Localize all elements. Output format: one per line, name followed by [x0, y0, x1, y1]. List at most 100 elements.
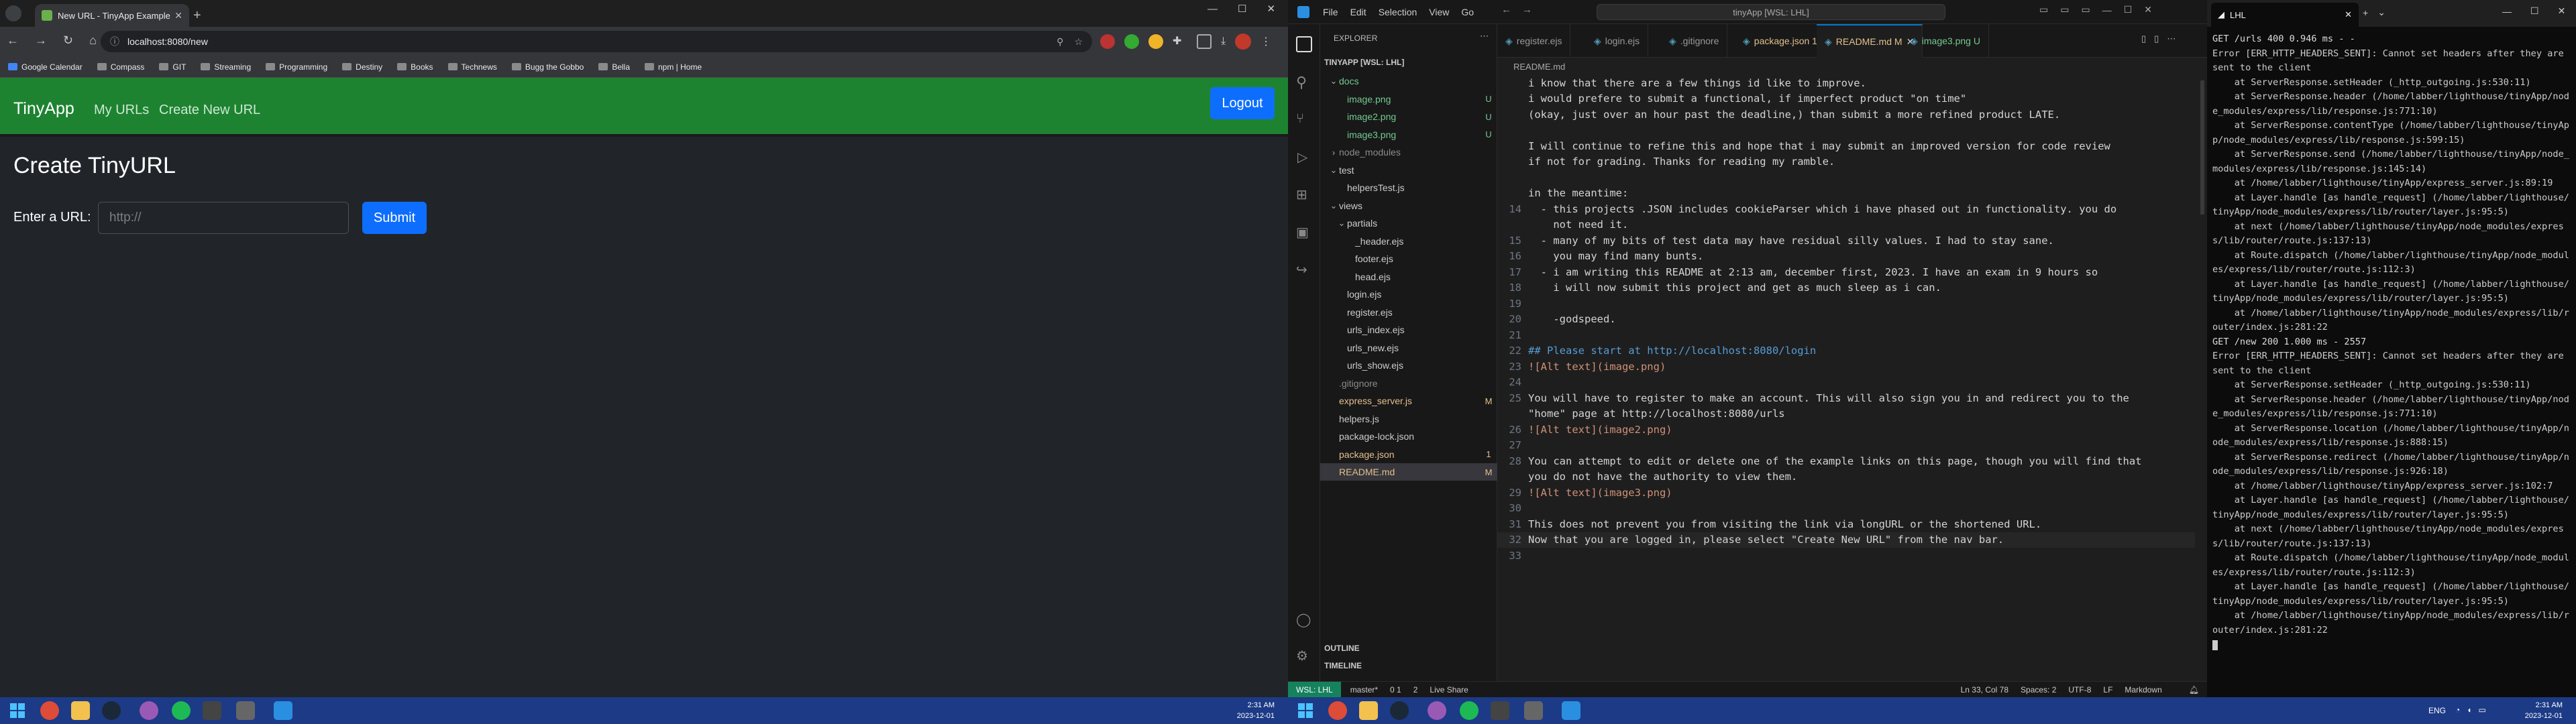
browser-tab[interactable]: New URL - TinyApp Example ✕	[35, 4, 189, 27]
account-icon[interactable]: ◯	[1296, 611, 1311, 628]
tree-item[interactable]: urls_show.ejs	[1320, 357, 1497, 374]
reload-icon[interactable]: ↻	[63, 34, 73, 48]
editor-tab[interactable]: ◈ login.ejs	[1586, 24, 1649, 58]
layout-toggle-icon[interactable]: ▭	[2081, 4, 2090, 15]
terminal-taskbar-icon[interactable]	[203, 701, 221, 720]
editor-scrollbar[interactable]	[2200, 80, 2204, 215]
remote-explorer-icon[interactable]: ▣	[1296, 224, 1309, 241]
download-icon[interactable]: ⤓	[1221, 36, 1226, 48]
start-icon[interactable]	[8, 701, 27, 720]
address-bar[interactable]: ⓘ localhost:8080/new ⚲ ☆	[101, 31, 1092, 52]
language-indicator[interactable]: ENG	[2428, 705, 2446, 716]
site-brand[interactable]: TinyApp	[13, 99, 74, 119]
tree-item[interactable]: express_server.js M	[1320, 392, 1497, 410]
split-editor-icon[interactable]: ▯	[2154, 34, 2159, 44]
menu-item[interactable]: Selection	[1379, 7, 1417, 17]
minimize-icon[interactable]: —	[2502, 6, 2512, 17]
terminal-output[interactable]: GET /urls 400 0.946 ms - - Error [ERR_HTT…	[2212, 32, 2573, 696]
volume-icon[interactable]: ◖	[2467, 705, 2471, 715]
tree-item[interactable]: helpers.js	[1320, 410, 1497, 428]
logout-button[interactable]: Logout	[1210, 87, 1275, 119]
extension-icon[interactable]	[1124, 34, 1139, 49]
clock-right[interactable]: 2:31 AM 2023-12-01	[2509, 700, 2563, 721]
ports-indicator[interactable]: 2	[1413, 685, 1418, 695]
chrome-taskbar-icon[interactable]	[40, 701, 59, 720]
terminal-tab[interactable]: ◢ LHL ✕	[2211, 3, 2359, 27]
steam-icon[interactable]	[1390, 701, 1409, 720]
bookmark-item[interactable]: Google Calendar	[8, 62, 83, 72]
tree-item[interactable]: image3.png U	[1320, 126, 1497, 143]
bookmark-item[interactable]: Programming	[266, 62, 327, 72]
tab-close-icon[interactable]: ✕	[2345, 9, 2352, 20]
menu-item[interactable]: View	[1429, 7, 1449, 17]
zoom-icon[interactable]: ⚲	[1057, 36, 1063, 48]
run-debug-icon[interactable]: ▷	[1297, 149, 1307, 166]
chrome-taskbar-icon[interactable]	[1328, 701, 1347, 720]
tab-search-icon[interactable]	[5, 5, 21, 21]
new-tab-icon[interactable]: +	[193, 8, 201, 23]
sidepanel-icon[interactable]	[1197, 34, 1212, 49]
timeline-section[interactable]: TIMELINE	[1324, 661, 1362, 670]
code-editor[interactable]: i know that there are a few things id li…	[1497, 75, 2207, 681]
bookmark-item[interactable]: Technews	[447, 62, 497, 72]
tree-item[interactable]: urls_index.ejs	[1320, 321, 1497, 339]
nav-link-my-urls[interactable]: My URLs	[94, 103, 149, 118]
file-explorer-icon[interactable]	[71, 701, 90, 720]
more-actions-icon[interactable]: ⋯	[2167, 34, 2176, 44]
app-icon[interactable]	[1428, 701, 1446, 720]
status-item[interactable]: Spaces: 2	[2021, 685, 2056, 695]
start-icon[interactable]	[1296, 701, 1315, 720]
tree-item[interactable]: image.png U	[1320, 90, 1497, 108]
dropdown-chevron-icon[interactable]: ⌄	[2377, 7, 2385, 18]
minimize-icon[interactable]: —	[2102, 5, 2112, 15]
maximize-icon[interactable]: ☐	[1238, 3, 1246, 15]
bookmark-item[interactable]: Bella	[598, 62, 630, 72]
tree-item[interactable]: urls_new.ejs	[1320, 339, 1497, 357]
status-item[interactable]: Ln 33, Col 78	[1961, 685, 2008, 695]
tab-close-icon[interactable]: ✕	[174, 10, 182, 21]
app-icon[interactable]	[140, 701, 158, 720]
tree-item[interactable]: README.md M	[1320, 463, 1497, 481]
minimize-icon[interactable]: —	[1208, 3, 1218, 15]
bookmark-item[interactable]: Destiny	[342, 62, 382, 72]
app-icon[interactable]	[1524, 701, 1543, 720]
home-icon[interactable]: ⌂	[89, 34, 97, 48]
explorer-icon[interactable]	[1296, 36, 1312, 52]
source-control-icon[interactable]: ⑂	[1296, 111, 1304, 127]
menu-item[interactable]: Go	[1461, 7, 1474, 17]
terminal-taskbar-icon[interactable]	[1491, 701, 1509, 720]
editor-tab[interactable]: ◈ register.ejs	[1497, 24, 1571, 58]
bookmark-item[interactable]: Books	[397, 62, 433, 72]
status-item[interactable]: UTF-8	[2068, 685, 2091, 695]
open-preview-icon[interactable]: ▯	[2141, 34, 2146, 44]
forward-icon[interactable]: →	[35, 34, 47, 48]
outline-section[interactable]: OUTLINE	[1324, 644, 1360, 653]
command-center[interactable]: tinyApp [WSL: LHL]	[1597, 4, 1945, 20]
tree-item[interactable]: ⌄ partials	[1320, 215, 1497, 232]
tree-item[interactable]: package-lock.json	[1320, 428, 1497, 445]
new-tab-icon[interactable]: +	[2363, 7, 2368, 18]
battery-icon[interactable]: ▭	[2479, 705, 2486, 715]
tree-item[interactable]: image2.png U	[1320, 108, 1497, 125]
live-share-icon[interactable]: ↪	[1296, 261, 1307, 278]
bookmark-item[interactable]: GIT	[159, 62, 186, 72]
spotify-icon[interactable]	[172, 701, 191, 720]
editor-tab[interactable]: ◈ package.json 1	[1735, 24, 1826, 58]
menu-item[interactable]: File	[1323, 7, 1338, 17]
tree-item[interactable]: _header.ejs	[1320, 233, 1497, 250]
extensions-icon[interactable]: ⊞	[1296, 186, 1307, 203]
submit-button[interactable]: Submit	[362, 202, 427, 234]
tree-item[interactable]: › node_modules	[1320, 143, 1497, 161]
close-window-icon[interactable]: ✕	[1267, 3, 1275, 15]
steam-icon[interactable]	[102, 701, 121, 720]
close-window-icon[interactable]: ✕	[2558, 5, 2566, 17]
more-actions-icon[interactable]: ⋯	[1480, 31, 1489, 42]
notifications-icon[interactable]: 🔔︎	[2189, 685, 2199, 695]
bookmark-item[interactable]: Streaming	[201, 62, 251, 72]
remote-indicator[interactable]: WSL: LHL	[1288, 681, 1341, 697]
app-icon[interactable]	[236, 701, 255, 720]
tree-item[interactable]: login.ejs	[1320, 286, 1497, 303]
profile-avatar[interactable]	[1235, 34, 1252, 50]
tree-item[interactable]: ⌄ test	[1320, 162, 1497, 179]
site-info-icon[interactable]: ⓘ	[110, 35, 119, 48]
